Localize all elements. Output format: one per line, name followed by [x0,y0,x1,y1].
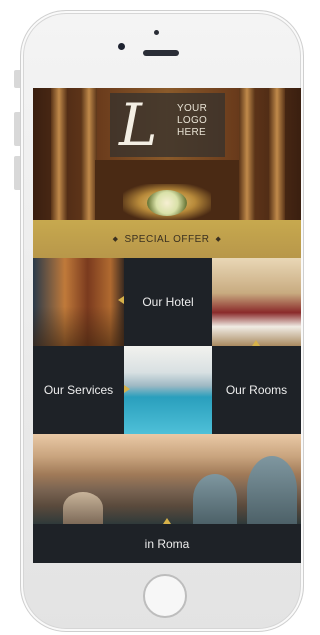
mute-switch [14,70,20,88]
room-image-tile[interactable] [212,258,301,346]
our-hotel-label: Our Hotel [142,295,194,309]
speaker-icon [143,50,179,56]
volume-up-button [14,112,20,146]
pool-image-tile[interactable] [124,346,212,434]
logo-mark: L [119,91,158,159]
rome-city-image[interactable] [33,434,301,524]
our-services-label: Our Services [43,383,114,397]
home-button-icon[interactable] [143,574,187,618]
sensor-icon [154,30,159,35]
our-services-tile[interactable]: Our Services [33,346,124,434]
arrow-left-icon [118,296,124,304]
in-roma-tile[interactable]: in Roma [33,524,301,563]
special-offer-banner[interactable]: ◆ SPECIAL OFFER ◆ [33,220,301,258]
app-screen: L YOUR LOGO HERE ◆ SPECIAL OFFER ◆ Our H… [33,88,301,563]
diamond-left-icon: ◆ [112,236,119,243]
logo[interactable]: L YOUR LOGO HERE [110,93,225,157]
arrow-right-icon [124,385,130,393]
our-rooms-tile[interactable]: Our Rooms [212,346,301,434]
volume-down-button [14,156,20,190]
logo-text: YOUR LOGO HERE [177,103,208,138]
special-offer-label: SPECIAL OFFER [124,233,210,245]
in-roma-label: in Roma [144,536,190,551]
our-hotel-tile[interactable]: Our Hotel [124,258,212,346]
diamond-right-icon: ◆ [215,236,222,243]
camera-icon [118,43,125,50]
restaurant-image-tile[interactable] [33,258,124,346]
hero-lobby-image: L YOUR LOGO HERE [33,88,301,220]
our-rooms-label: Our Rooms [225,383,288,397]
